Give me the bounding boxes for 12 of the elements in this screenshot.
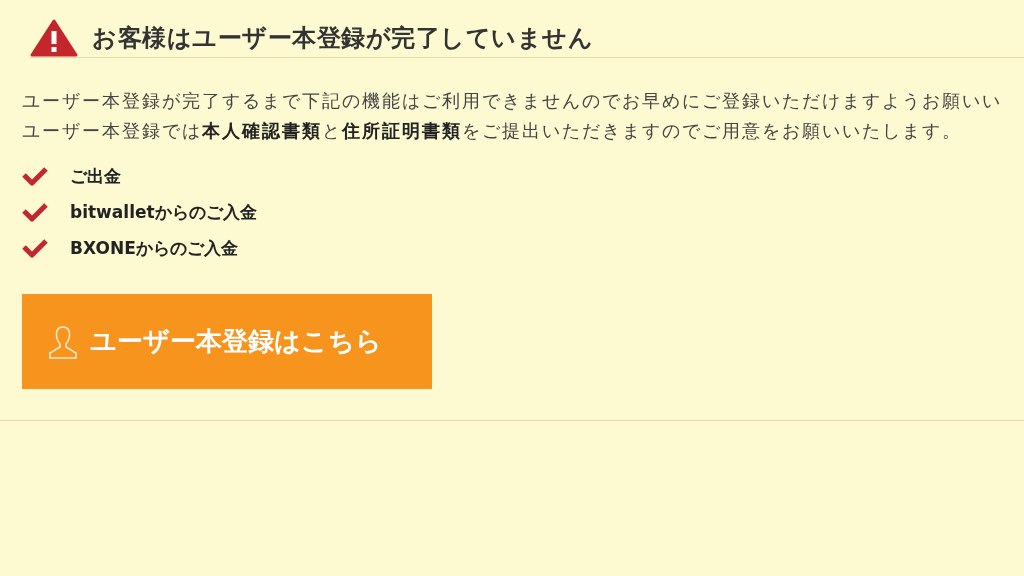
feature-label: ご出金 <box>70 164 121 188</box>
feature-label: bitwalletからのご入金 <box>70 200 257 224</box>
check-icon <box>22 238 48 258</box>
check-icon <box>22 202 48 222</box>
description-text: ユーザー本登録が完了するまで下記の機能はご利用できませんのでお早めにご登録いただけますようお願いい <box>22 89 1003 113</box>
notice-title: お客様はユーザー本登録が完了していません <box>92 22 593 54</box>
register-button[interactable]: ユーザー本登録はこちら <box>22 294 432 389</box>
description-text: ユーザー本登録では本人確認書類と住所証明書類をご提出いただきますのでご用意をお願いいたします。 <box>22 119 963 143</box>
warning-icon <box>30 18 78 57</box>
check-icon <box>22 166 48 186</box>
feature-label: BXONEからのご入金 <box>70 236 238 260</box>
user-icon <box>48 323 78 360</box>
